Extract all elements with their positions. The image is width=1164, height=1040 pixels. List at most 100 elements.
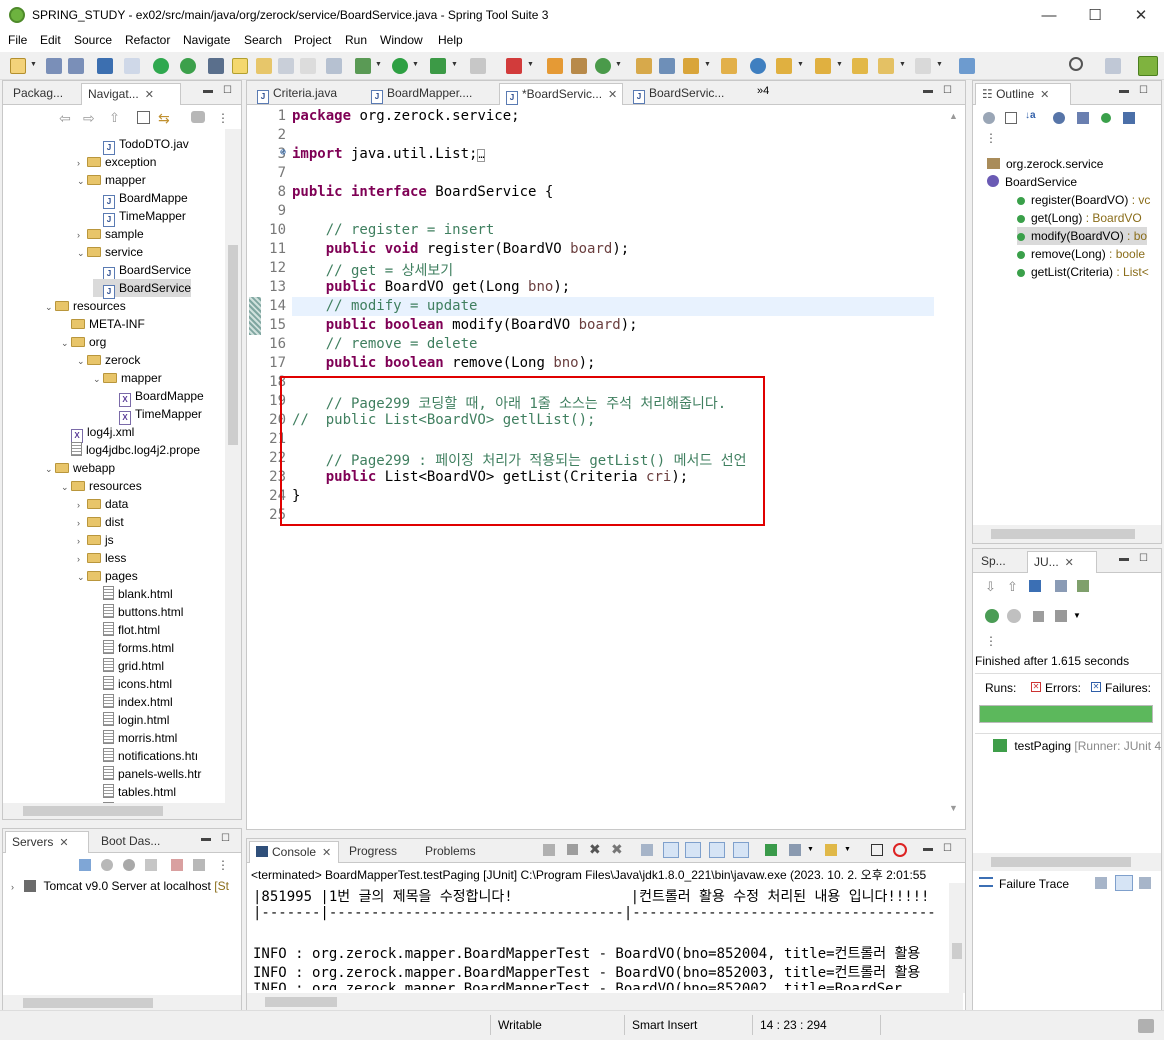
minimize-icon[interactable]: ▬: [201, 833, 211, 844]
horizontal-scrollbar[interactable]: [973, 525, 1161, 543]
close-button[interactable]: ✕: [1118, 0, 1164, 31]
more-tabs-indicator[interactable]: »4: [757, 85, 769, 97]
remove-launch-icon[interactable]: [543, 844, 555, 856]
forward-icon[interactable]: ⇨: [83, 110, 95, 127]
filter-stack-icon[interactable]: [1115, 875, 1133, 891]
code-line[interactable]: public boolean remove(Long bno);: [292, 355, 596, 371]
scroll-down-icon[interactable]: ▼: [949, 803, 958, 813]
chevron-down-icon[interactable]: ⌄: [61, 478, 71, 496]
debug-icon[interactable]: [355, 58, 371, 74]
chevron-down-icon[interactable]: ⌄: [45, 298, 55, 316]
show-failures-only-icon[interactable]: [1029, 580, 1041, 592]
close-icon[interactable]: ✕: [145, 89, 154, 101]
tab-progress[interactable]: Progress: [343, 841, 417, 863]
outline-item[interactable]: register(BoardVO) : vc: [1017, 191, 1150, 209]
chevron-down-icon[interactable]: ⌄: [45, 460, 55, 478]
collapse-icon[interactable]: [79, 859, 91, 871]
open-task-icon[interactable]: [636, 58, 652, 74]
tree-item[interactable]: buttons.html: [93, 603, 183, 621]
profile-server-icon[interactable]: [145, 859, 157, 871]
minimize-icon[interactable]: ▬: [1119, 85, 1129, 96]
hide-static-icon[interactable]: [1077, 112, 1089, 124]
search-icon[interactable]: [1069, 57, 1083, 71]
menu-source[interactable]: Source: [74, 33, 112, 47]
hide-local-types-icon[interactable]: [1123, 112, 1135, 124]
tab-navigator[interactable]: Navigat... ✕: [81, 83, 181, 105]
tree-item[interactable]: index.html: [93, 693, 173, 711]
external-tools-dropdown-icon[interactable]: ▼: [527, 61, 534, 68]
tree-item[interactable]: ⌄ pages: [77, 567, 138, 585]
tree-item[interactable]: grid.html: [93, 657, 164, 675]
menu-run[interactable]: Run: [345, 33, 367, 47]
tab-boardservice-impl[interactable]: J BoardServic...: [627, 83, 747, 105]
tree-item[interactable]: META-INF: [61, 315, 145, 333]
scroll-lock-icon[interactable]: [1055, 580, 1067, 592]
open-folder-icon[interactable]: [721, 58, 737, 74]
hide-non-public-icon[interactable]: [1101, 113, 1111, 123]
run-icon[interactable]: [392, 58, 408, 74]
scroll-lock-icon[interactable]: [663, 842, 679, 858]
display-console-dropdown-icon[interactable]: ▼: [807, 846, 814, 853]
tree-item[interactable]: ⌄ zerock: [77, 351, 140, 369]
spring-perspective-icon[interactable]: [1138, 56, 1158, 76]
rerun-icon[interactable]: [985, 609, 999, 623]
tab-outline[interactable]: ☷ Outline ✕: [975, 83, 1071, 105]
chevron-down-icon[interactable]: ⌄: [61, 334, 71, 352]
back-dropdown-icon[interactable]: ▼: [899, 61, 906, 68]
save-icon[interactable]: [46, 58, 62, 74]
refresh-icon[interactable]: [180, 58, 196, 74]
vertical-scrollbar[interactable]: [225, 129, 241, 805]
code-line[interactable]: public boolean modify(BoardVO board);: [292, 317, 638, 333]
mark-occurrences-icon[interactable]: [232, 58, 248, 74]
chevron-right-icon[interactable]: ›: [77, 154, 87, 172]
menu-project[interactable]: Project: [294, 33, 331, 47]
forward-dropdown-icon[interactable]: ▼: [936, 61, 943, 68]
tree-item[interactable]: › data: [77, 495, 128, 513]
new-dropdown-icon[interactable]: ▼: [30, 61, 37, 68]
back-icon[interactable]: [878, 58, 894, 74]
word-wrap-icon[interactable]: [685, 842, 701, 858]
new-class-icon[interactable]: [547, 58, 563, 74]
menu-navigate[interactable]: Navigate: [183, 33, 230, 47]
horizontal-scrollbar[interactable]: [973, 853, 1161, 871]
minimize-button[interactable]: —: [1026, 0, 1072, 31]
close-icon[interactable]: ✕: [1065, 557, 1074, 569]
code-line[interactable]: // modify = update: [292, 298, 478, 314]
console-properties-icon[interactable]: [871, 844, 883, 856]
tree-item[interactable]: icons.html: [93, 675, 172, 693]
run-coverage-icon[interactable]: [430, 58, 446, 74]
tree-item[interactable]: X BoardMappe: [109, 387, 204, 407]
scrollbar-thumb[interactable]: [991, 857, 1131, 867]
clear-console-icon[interactable]: [641, 844, 653, 856]
menu-window[interactable]: Window: [380, 33, 423, 47]
terminate-icon[interactable]: [567, 844, 578, 855]
collapse-all-icon[interactable]: [1005, 112, 1017, 124]
external-tools-icon[interactable]: [506, 58, 522, 74]
tab-junit[interactable]: JU... ✕: [1027, 551, 1097, 573]
minimize-icon[interactable]: ▬: [923, 843, 933, 854]
pin-console-icon[interactable]: [765, 844, 777, 856]
tree-item[interactable]: › exception: [77, 153, 156, 171]
spring-boot-dropdown-icon[interactable]: ▼: [704, 61, 711, 68]
tree-item[interactable]: Xlog4j.xml: [61, 423, 134, 443]
chevron-down-icon[interactable]: ⌄: [77, 172, 87, 190]
chevron-right-icon[interactable]: ›: [77, 514, 87, 532]
tree-item[interactable]: › sample: [77, 225, 144, 243]
stop-icon[interactable]: [1033, 611, 1044, 622]
close-icon[interactable]: ✕: [59, 837, 68, 849]
test-item[interactable]: testPaging [Runner: JUnit 4: [993, 737, 1161, 755]
menu-help[interactable]: Help: [438, 33, 463, 47]
console-icon[interactable]: [97, 58, 113, 74]
save-all-icon[interactable]: [68, 58, 84, 74]
up-icon[interactable]: ⇧: [109, 110, 120, 126]
menu-edit[interactable]: Edit: [40, 33, 61, 47]
previous-failure-icon[interactable]: ⇧: [1007, 579, 1018, 595]
previous-annotation-dropdown-icon[interactable]: ▼: [836, 61, 843, 68]
chevron-right-icon[interactable]: ›: [77, 226, 87, 244]
terminate-icon[interactable]: [153, 58, 169, 74]
tree-item[interactable]: ⌄ org: [61, 333, 106, 351]
spring-boot-icon[interactable]: [683, 58, 699, 74]
code-line[interactable]: public void register(BoardVO board);: [292, 241, 629, 257]
previous-annotation-icon[interactable]: [815, 58, 831, 74]
remove-all-icon[interactable]: ✖: [611, 841, 623, 858]
